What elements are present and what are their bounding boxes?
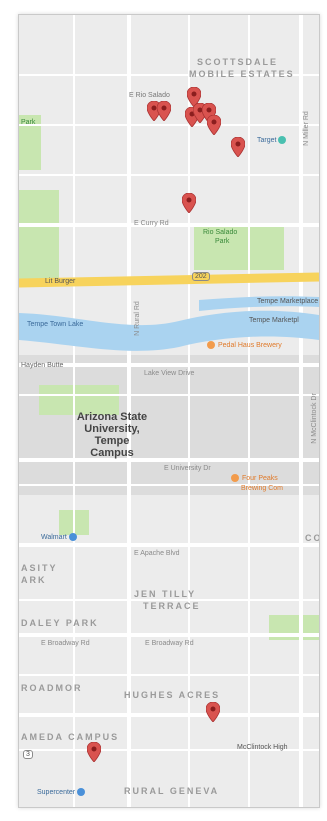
area-alameda: AMEDA CAMPUS	[21, 732, 120, 742]
poi-pedal-haus[interactable]: Pedal Haus Brewery	[207, 341, 282, 349]
area-terrace: TERRACE	[143, 601, 201, 611]
poi-tempe-marketplace-2[interactable]: Tempe Marketpl	[249, 317, 299, 324]
poi-mill: E Rio Salado	[129, 92, 170, 99]
area-roadmor: ROADMOR	[21, 683, 83, 693]
route-shield-202: 202	[192, 272, 210, 281]
map-view[interactable]: SCOTTSDALE MOBILE ESTATES ASITY ARK JEN …	[18, 14, 320, 808]
poi-lit-burger[interactable]: Lit Burger	[45, 278, 75, 285]
poi-rio-salado-park: Park	[215, 238, 230, 245]
poi-walmart[interactable]: Walmart	[41, 533, 80, 541]
campus-line-3: Tempe	[94, 435, 130, 447]
area-jen-tilly: JEN TILLY	[134, 589, 197, 599]
poi-town-lake[interactable]: Tempe Town Lake	[27, 321, 83, 328]
map-pin-marker[interactable]	[157, 101, 171, 121]
area-scottsdale: SCOTTSDALE	[197, 57, 279, 67]
campus-line-1: Arizona State	[76, 411, 148, 423]
route-number-3: 3	[23, 750, 33, 759]
street-broadway-right: E Broadway Rd	[145, 640, 194, 647]
map-pin-marker[interactable]	[207, 115, 221, 135]
poi-hayden-butte[interactable]: Hayden Butte	[21, 362, 63, 369]
street-broadway-left: E Broadway Rd	[41, 640, 90, 647]
street-miller: N Miller Rd	[302, 111, 310, 146]
street-mcclintock: N McClintock Dr	[310, 393, 318, 444]
street-lake-view: Lake View Drive	[144, 370, 195, 377]
poi-target[interactable]: Target	[257, 136, 289, 144]
poi-walmart-label: Walmart	[41, 533, 67, 541]
poi-four-peaks-2: Brewing Com	[241, 485, 284, 492]
area-hughes-acres: HUGHES ACRES	[124, 690, 221, 700]
street-curry: E Curry Rd	[134, 220, 169, 227]
area-city-2: ARK	[21, 575, 47, 585]
poi-tempe-marketplace[interactable]: Tempe Marketplace	[257, 298, 318, 305]
poi-park[interactable]: Park	[21, 119, 35, 126]
street-university: E University Dr	[164, 465, 211, 472]
area-city-1: ASITY	[21, 563, 58, 573]
campus-line-2: University,	[84, 423, 140, 435]
poi-four-peaks-label: Four Peaks	[242, 474, 278, 482]
poi-supercenter-label: Supercenter	[37, 788, 76, 796]
campus-line-4: Campus	[90, 447, 134, 459]
map-pin-marker[interactable]	[87, 742, 101, 762]
area-rural-geneva: RURAL GENEVA	[124, 786, 220, 796]
poi-supercenter[interactable]: Supercenter	[37, 788, 88, 796]
poi-pedal-haus-label: Pedal Haus Brewery	[218, 341, 282, 349]
map-pin-marker[interactable]	[231, 137, 245, 157]
poi-mcclintock-high[interactable]: McClintock High	[237, 744, 288, 751]
poi-four-peaks[interactable]: Four Peaks	[231, 474, 278, 482]
campus-label: Arizona State University, Tempe Campus	[57, 411, 167, 459]
map-pin-marker[interactable]	[182, 193, 196, 213]
street-apache: E Apache Blvd	[134, 550, 180, 557]
poi-rio-salado[interactable]: Rio Salado	[203, 229, 237, 236]
map-pin-marker[interactable]	[206, 702, 220, 722]
street-rural-road: N Rural Rd	[133, 301, 141, 336]
area-mobile-estates: MOBILE ESTATES	[189, 69, 295, 79]
park-green-left	[19, 190, 59, 280]
area-co: CO	[305, 533, 319, 543]
area-daley-park: DALEY PARK	[21, 618, 99, 628]
poi-target-label: Target	[257, 136, 277, 144]
